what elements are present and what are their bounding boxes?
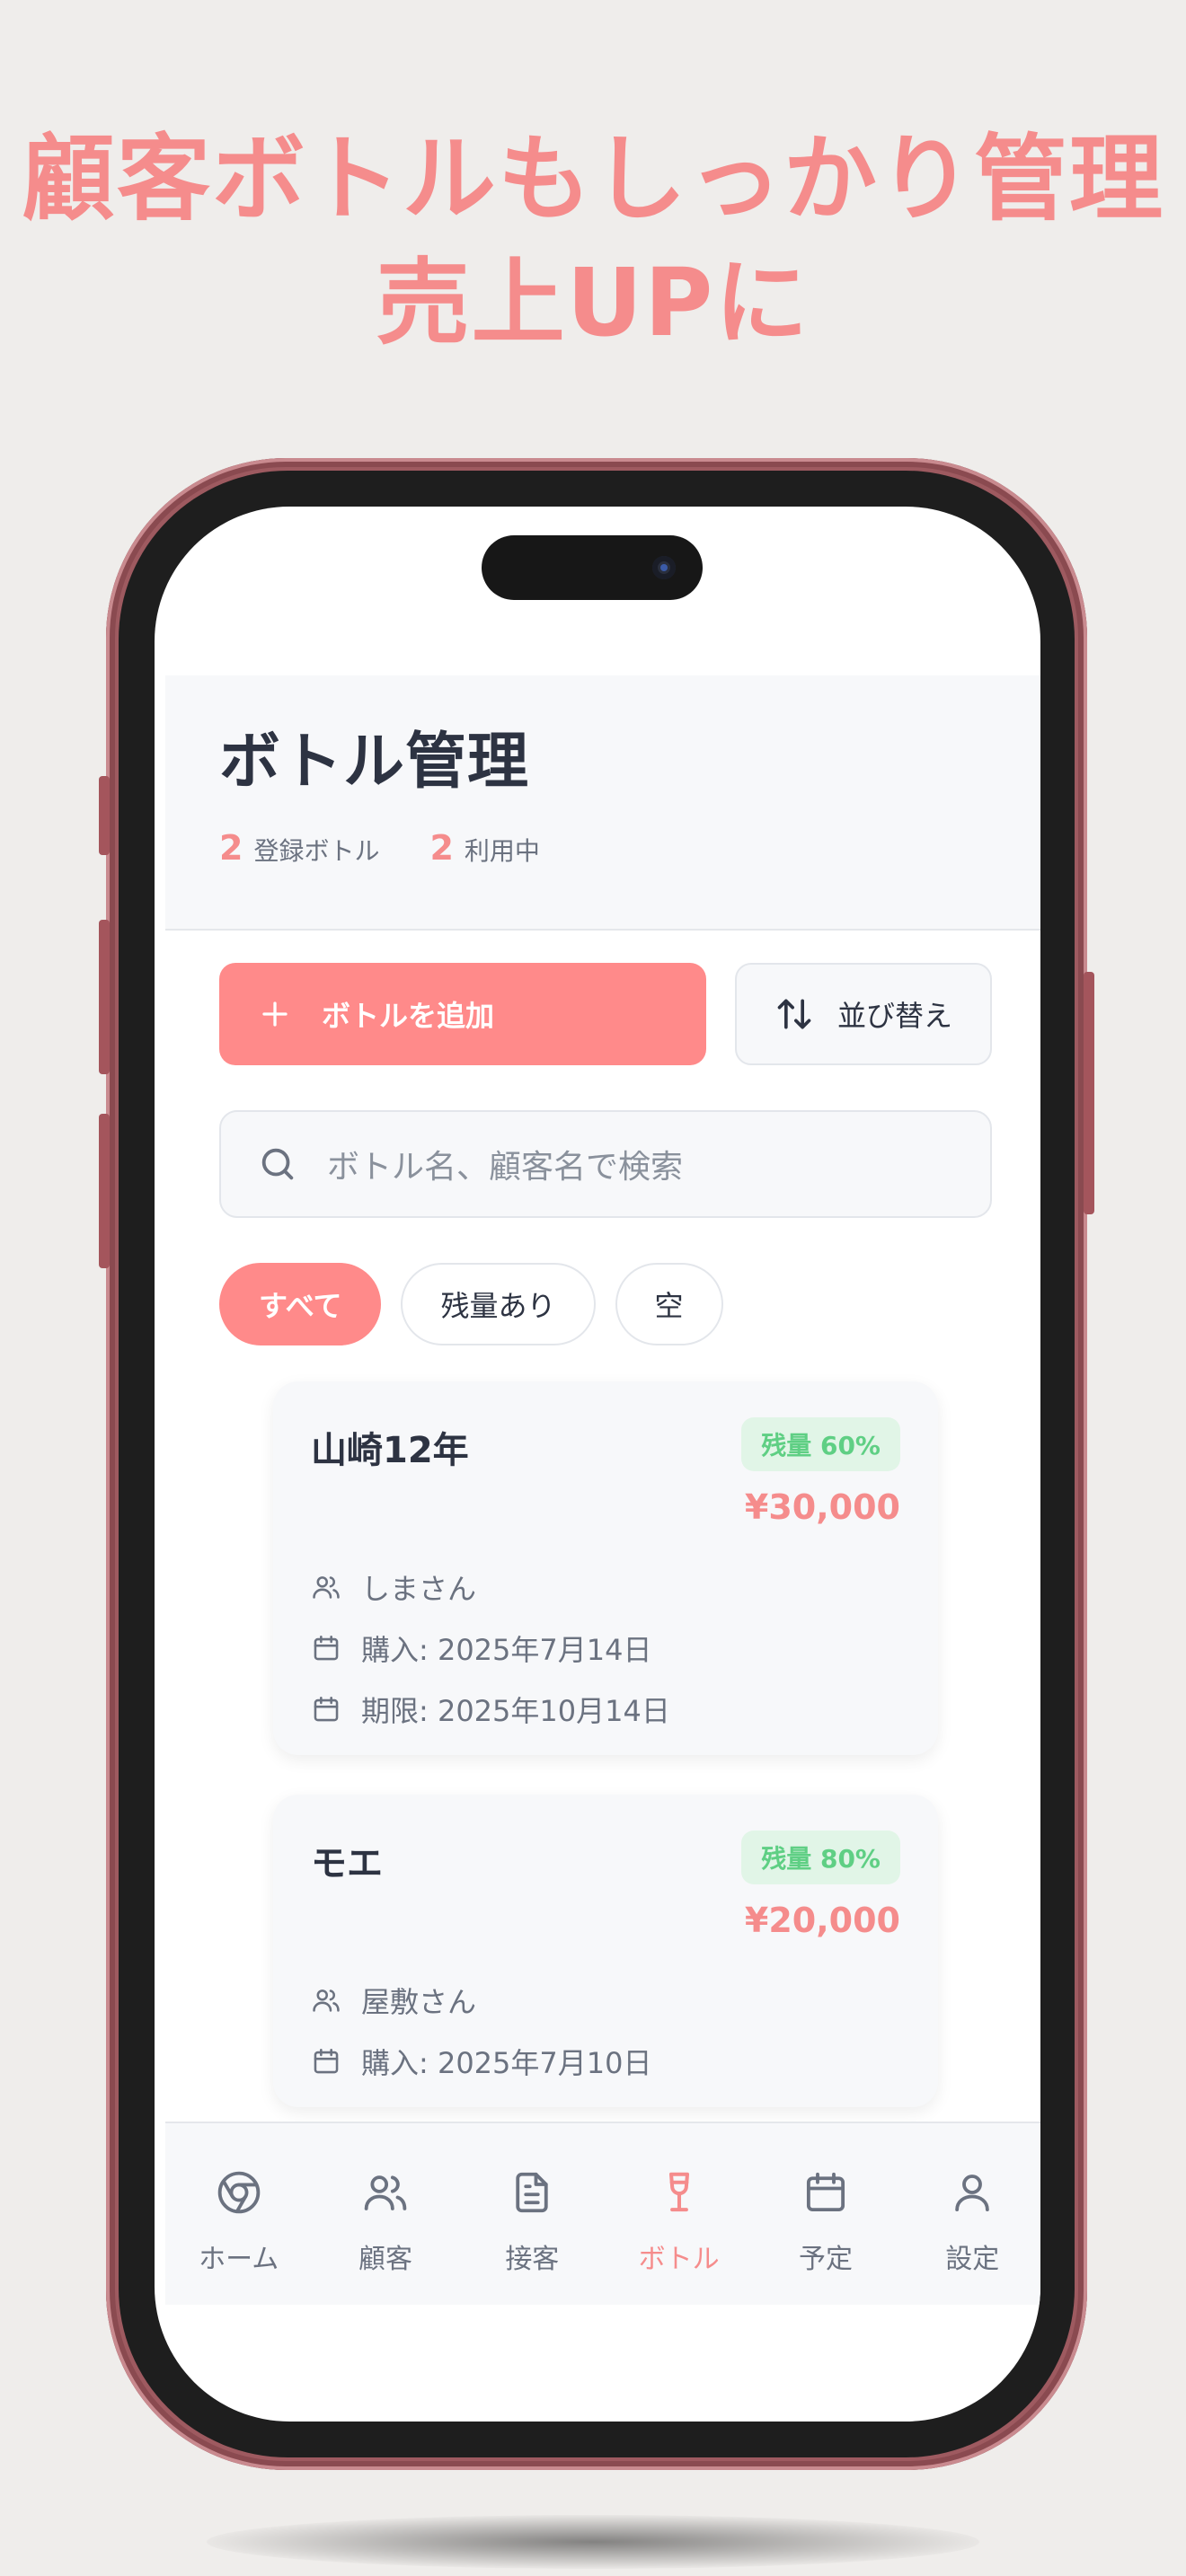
filter-chip-empty[interactable]: 空 <box>615 1263 723 1345</box>
calendar-icon <box>311 2046 341 2077</box>
stat-registered-label: 登録ボトル <box>253 836 380 866</box>
dynamic-island <box>482 535 703 600</box>
tab-home[interactable]: ホーム <box>172 2123 306 2276</box>
bottle-name: モエ <box>311 1843 383 1884</box>
tab-customers-label: 顧客 <box>358 2244 412 2275</box>
filter-chips: すべて 残量あり 空 <box>219 1263 723 1345</box>
tab-service[interactable]: 接客 <box>465 2123 599 2276</box>
customer-name: しまさん <box>361 1572 477 1606</box>
calendar-icon <box>801 2168 850 2217</box>
bottle-card[interactable]: 山崎12年 残量 60% ¥30,000 しまさん 購入: 2025年7月14日… <box>273 1381 938 1755</box>
users-icon <box>311 1572 341 1602</box>
add-bottle-label: ボトルを追加 <box>322 999 495 1033</box>
camera-icon <box>652 556 676 579</box>
filter-chip-all[interactable]: すべて <box>219 1263 382 1345</box>
tab-bottles-label: ボトル <box>638 2244 720 2275</box>
tab-schedule[interactable]: 予定 <box>758 2123 893 2276</box>
add-bottle-button[interactable]: ボトルを追加 <box>219 963 706 1065</box>
search-input[interactable]: ボトル名、顧客名で検索 <box>219 1110 992 1218</box>
power-button <box>1084 972 1094 1214</box>
expiry-row: 期限: 2025年10月14日 <box>311 1689 670 1730</box>
calendar-icon <box>311 1633 341 1663</box>
bottle-name: 山崎12年 <box>311 1430 469 1471</box>
sort-label: 並び替え <box>836 999 952 1033</box>
expiry-date: 期限: 2025年10月14日 <box>361 1694 670 1728</box>
volume-up-button <box>99 920 110 1074</box>
search-icon <box>257 1143 298 1185</box>
tab-service-label: 接客 <box>505 2244 560 2275</box>
tab-home-label: ホーム <box>199 2244 279 2275</box>
action-button <box>99 776 110 855</box>
customer-row: 屋敷さん <box>311 1980 476 2021</box>
headline-line-1: 顧客ボトルもしっかり管理 <box>21 124 1164 234</box>
document-icon <box>508 2168 556 2217</box>
sort-button[interactable]: 並び替え <box>735 963 992 1065</box>
tab-schedule-label: 予定 <box>798 2244 853 2275</box>
calendar-icon <box>311 1694 341 1725</box>
filter-chip-remaining[interactable]: 残量あり <box>401 1263 596 1345</box>
stat-in-use-value: 2 <box>429 828 454 868</box>
tab-bottles[interactable]: ボトル <box>612 2123 747 2276</box>
search-placeholder: ボトル名、顧客名で検索 <box>327 1149 684 1186</box>
tab-settings-label: 設定 <box>945 2244 1000 2275</box>
bottle-price: ¥30,000 <box>744 1487 900 1527</box>
purchase-row: 購入: 2025年7月14日 <box>311 1628 651 1669</box>
tab-settings[interactable]: 設定 <box>905 2123 1040 2276</box>
page-title: ボトル管理 <box>219 727 530 798</box>
volume-down-button <box>99 1114 110 1268</box>
bottom-tab-bar: ホーム 顧客 接客 ボトル 予定 設定 <box>165 2122 1040 2305</box>
phone-screen: ボトル管理 2 登録ボトル 2 利用中 ボトルを追加 並び替え ボトル名、顧客名… <box>155 507 1040 2422</box>
stat-in-use: 2 利用中 <box>429 828 539 868</box>
remaining-badge: 残量 80% <box>741 1831 900 1884</box>
purchase-date: 購入: 2025年7月14日 <box>361 1633 652 1667</box>
purchase-row: 購入: 2025年7月10日 <box>311 2041 651 2082</box>
users-icon <box>311 1985 341 2016</box>
customer-name: 屋敷さん <box>361 1985 477 2019</box>
bottle-price: ¥20,000 <box>744 1901 900 1940</box>
users-icon <box>361 2168 410 2217</box>
wine-glass-icon <box>655 2168 704 2217</box>
remaining-badge: 残量 60% <box>741 1417 900 1471</box>
promo-headline: 顧客ボトルもしっかり管理 売上UPに <box>0 117 1186 365</box>
customer-row: しまさん <box>311 1566 476 1608</box>
chrome-icon <box>215 2168 263 2217</box>
stat-registered-value: 2 <box>219 828 243 868</box>
stat-in-use-label: 利用中 <box>464 836 540 866</box>
app-header: ボトル管理 2 登録ボトル 2 利用中 <box>165 675 1040 931</box>
phone-shadow <box>207 2515 979 2569</box>
bottle-card[interactable]: モエ 残量 80% ¥20,000 屋敷さん 購入: 2025年7月10日 <box>273 1795 938 2107</box>
stat-registered: 2 登録ボトル <box>219 828 379 868</box>
plus-icon <box>259 998 291 1030</box>
sort-arrows-icon <box>774 994 814 1034</box>
stats-row: 2 登録ボトル 2 利用中 <box>219 828 540 868</box>
purchase-date: 購入: 2025年7月10日 <box>361 2046 652 2080</box>
headline-line-2: 売上UPに <box>376 248 810 357</box>
tab-customers[interactable]: 顧客 <box>318 2123 453 2276</box>
user-icon <box>948 2168 996 2217</box>
